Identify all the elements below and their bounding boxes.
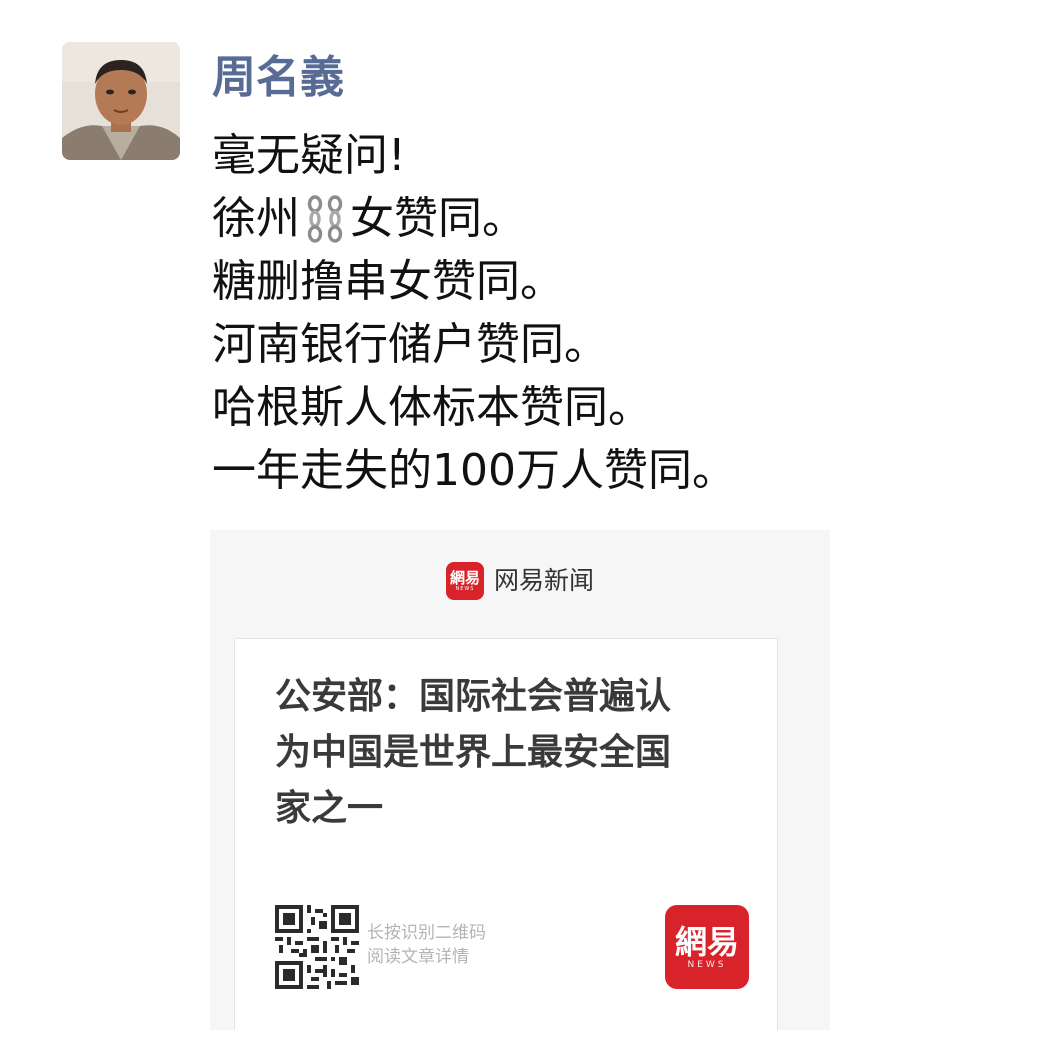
headline-line: 家之一: [275, 788, 384, 829]
netease-news-logo-large: 網易 NEWS: [665, 905, 749, 989]
post-line: 一年走失的100万人赞同。: [212, 439, 1032, 502]
post-line-text: 一年走失的100万人赞同。: [212, 445, 736, 496]
avatar[interactable]: [62, 42, 180, 160]
logo-glyph: 網易: [674, 922, 739, 961]
app-name: 网易新闻: [493, 566, 594, 595]
post-line-text: 毫无疑问!: [212, 130, 406, 181]
news-card: 公安部：国际社会普遍认 为中国是世界上最安全国 家之一 长按识别二维码 阅读文章…: [234, 638, 778, 1030]
post-line: 徐州 女赞同。: [212, 187, 1032, 250]
post-line-text: 河南银行储户赞同。: [212, 319, 608, 370]
post-line-text: 糖删撸串女赞同。: [212, 256, 564, 307]
avatar-photo: [62, 42, 180, 160]
qr-hint-line: 阅读文章详情: [367, 947, 469, 967]
post-line-text: 徐州: [212, 193, 300, 244]
author-name[interactable]: 周名義: [212, 48, 344, 108]
post-line: 糖删撸串女赞同。: [212, 250, 1032, 313]
post-line: 哈根斯人体标本赞同。: [212, 376, 1032, 439]
post-text: 毫无疑问! 徐州 女赞同。 糖删撸串女赞同。 河南银行储户赞同。 哈根斯人体标本…: [212, 124, 1032, 502]
headline-line: 为中国是世界上最安全国: [275, 732, 672, 773]
shared-image[interactable]: 網易 NEWS 网易新闻 公安部：国际社会普遍认 为中国是世界上最安全国 家之一: [210, 530, 830, 1030]
post-line-text: 哈根斯人体标本赞同。: [212, 382, 652, 433]
qr-hint-line: 长按识别二维码: [367, 923, 486, 943]
post-line: 河南银行储户赞同。: [212, 313, 1032, 376]
moments-post: 周名義 毫无疑问! 徐州 女赞同。 糖删撸串女赞同。 河南银行储户赞同。 哈根斯…: [0, 0, 1048, 1037]
qr-hint: 长按识别二维码 阅读文章详情: [367, 921, 486, 969]
logo-subtext: NEWS: [455, 585, 475, 592]
logo-glyph: 網易: [449, 568, 480, 587]
news-headline: 公安部：国际社会普遍认 为中国是世界上最安全国 家之一: [275, 669, 745, 837]
post-line-text: 女赞同。: [350, 193, 526, 244]
post-line: 毫无疑问!: [212, 124, 1032, 187]
qr-code: [275, 905, 359, 989]
chain-icon: [302, 194, 348, 244]
logo-subtext: NEWS: [687, 959, 727, 970]
netease-news-logo: 網易 NEWS: [445, 562, 484, 600]
headline-line: 公安部：国际社会普遍认: [275, 676, 672, 717]
share-header: 網易 NEWS 网易新闻: [210, 562, 830, 600]
